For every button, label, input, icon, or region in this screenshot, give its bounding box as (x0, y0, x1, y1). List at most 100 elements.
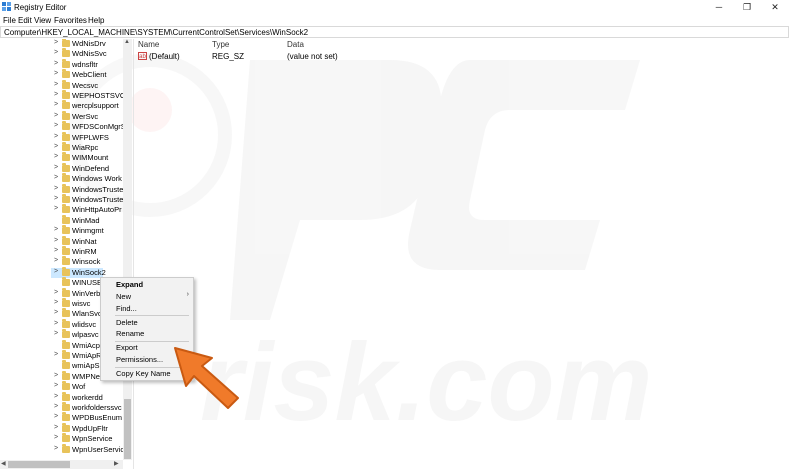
column-header-data[interactable]: Data (287, 40, 304, 49)
tree-item-label: WerSvc (72, 111, 99, 121)
expand-chevron-icon[interactable]: > (54, 91, 60, 98)
key-tree[interactable]: > WdNisDrv > WdNisSvc > wdnsfltr > WebClient > We… (0, 39, 123, 460)
expand-chevron-icon[interactable]: > (54, 174, 60, 181)
tree-item[interactable]: > WinNat (0, 235, 123, 247)
menu-item-find[interactable]: Find... (116, 304, 137, 313)
tree-item[interactable]: > WpnService (0, 433, 123, 444)
tree-item[interactable]: > Wecsvc (0, 79, 123, 91)
expand-chevron-icon[interactable]: > (54, 289, 60, 296)
tree-item-label: wmiApSr (72, 361, 103, 371)
expand-chevron-icon[interactable]: > (54, 39, 60, 46)
expand-chevron-icon[interactable]: > (54, 372, 60, 379)
folder-icon (62, 402, 70, 411)
folder-icon (62, 162, 70, 172)
scroll-left-icon[interactable]: ◀ (1, 460, 6, 467)
tree-item[interactable]: > WinHttpAutoPr (0, 204, 123, 215)
expand-chevron-icon[interactable]: > (54, 424, 60, 431)
expand-chevron-icon[interactable]: > (54, 257, 60, 264)
scroll-thumb[interactable] (124, 399, 131, 459)
tree-item-label: WpdUpFltr (72, 423, 108, 433)
tree-item[interactable]: > WindowsTruste (0, 183, 123, 195)
tree-item[interactable]: > WpnUserServic (0, 443, 123, 455)
tree-item[interactable]: > WFPLWFS (0, 131, 123, 143)
menu-item-export[interactable]: Export (116, 343, 138, 352)
expand-chevron-icon[interactable]: > (54, 268, 60, 275)
tree-item[interactable]: > wercplsupport (0, 100, 123, 111)
expand-chevron-icon[interactable]: > (54, 49, 60, 56)
folder-icon (62, 412, 70, 422)
scroll-up-icon[interactable]: ▲ (124, 39, 130, 45)
expand-chevron-icon[interactable]: > (54, 393, 60, 400)
expand-chevron-icon[interactable]: > (54, 237, 60, 244)
scroll-right-icon[interactable]: ▶ (114, 460, 119, 467)
tree-item[interactable]: > Wof (0, 381, 123, 392)
expand-chevron-icon[interactable]: > (54, 413, 60, 420)
tree-item[interactable]: > workerdd (0, 391, 123, 403)
registry-editor-icon (2, 2, 11, 11)
expand-chevron-icon[interactable]: > (54, 382, 60, 389)
expand-chevron-icon[interactable]: > (54, 403, 60, 410)
menu-item-expand[interactable]: Expand (116, 280, 143, 289)
expand-chevron-icon[interactable]: > (54, 185, 60, 192)
menu-item-delete[interactable]: Delete (116, 318, 138, 327)
tree-item-label: WindowsTruste (72, 195, 123, 204)
horizontal-scroll-thumb[interactable] (8, 461, 70, 468)
tree-item[interactable]: > WdNisSvc (0, 48, 123, 59)
expand-chevron-icon[interactable]: > (54, 143, 60, 150)
tree-item[interactable]: > WebClient (0, 69, 123, 80)
expand-chevron-icon[interactable]: > (54, 153, 60, 160)
menu-help[interactable]: Help (88, 16, 104, 25)
expand-chevron-icon[interactable]: > (54, 445, 60, 452)
tree-item-label: WinHttpAutoPr (72, 205, 122, 215)
menu-item-permissions[interactable]: Permissions... (116, 355, 163, 364)
expand-chevron-icon[interactable]: > (54, 81, 60, 88)
tree-item[interactable]: > Windows Work (0, 173, 123, 184)
menu-view[interactable]: View (34, 16, 51, 25)
expand-chevron-icon[interactable]: > (54, 164, 60, 171)
column-header-type[interactable]: Type (212, 40, 229, 49)
folder-icon (62, 350, 70, 359)
expand-chevron-icon[interactable]: > (54, 299, 60, 306)
tree-item-label: WindowsTruste (72, 184, 123, 194)
minimize-button[interactable]: ─ (705, 0, 733, 14)
folder-icon (62, 339, 70, 349)
tree-item[interactable]: > WIMMount (0, 152, 123, 163)
expand-chevron-icon[interactable]: > (54, 195, 60, 202)
tree-item[interactable]: > Winmgmt (0, 225, 123, 236)
string-value-icon: ab (138, 52, 147, 60)
folder-icon (62, 360, 70, 370)
menu-item-copy-key-name[interactable]: Copy Key Name (116, 369, 171, 378)
expand-chevron-icon[interactable]: > (54, 434, 60, 441)
expand-chevron-icon[interactable]: > (54, 226, 60, 233)
expand-chevron-icon[interactable]: > (54, 133, 60, 140)
expand-chevron-icon[interactable]: > (54, 330, 60, 337)
expand-chevron-icon[interactable]: > (54, 351, 60, 358)
folder-icon (62, 287, 70, 297)
expand-chevron-icon[interactable]: > (54, 60, 60, 67)
tree-item[interactable]: > WFDSConMgrS (0, 121, 123, 132)
expand-chevron-icon[interactable]: > (54, 309, 60, 316)
menu-item-new[interactable]: New (116, 292, 131, 301)
menu-file[interactable]: File (3, 16, 16, 25)
expand-chevron-icon[interactable]: > (54, 320, 60, 327)
maximize-button[interactable]: ❐ (733, 0, 761, 14)
expand-chevron-icon[interactable]: > (54, 70, 60, 77)
tree-item[interactable]: > WPDBusEnum (0, 412, 123, 423)
tree-horizontal-scrollbar[interactable]: ◀ ▶ (0, 460, 123, 469)
close-button[interactable]: ✕ (761, 0, 789, 14)
address-bar[interactable]: Computer\HKEY_LOCAL_MACHINE\SYSTEM\Curre… (0, 26, 789, 38)
expand-chevron-icon[interactable]: > (54, 101, 60, 108)
expand-chevron-icon[interactable]: > (54, 122, 60, 129)
expand-chevron-icon[interactable]: > (54, 247, 60, 254)
expand-chevron-icon[interactable]: > (54, 112, 60, 119)
menu-item-rename[interactable]: Rename (116, 329, 144, 338)
menu-favorites[interactable]: Favorites (54, 16, 87, 25)
tree-item-label: WpnUserServic (72, 444, 123, 454)
tree-vertical-scrollbar[interactable]: ▲ (123, 39, 132, 460)
column-header-name[interactable]: Name (138, 40, 159, 49)
tree-item[interactable]: > Winsock (0, 256, 123, 267)
tree-item-label: WdNisDrv (72, 39, 106, 48)
expand-chevron-icon[interactable]: > (54, 205, 60, 212)
menu-edit[interactable]: Edit (18, 16, 32, 25)
pane-splitter[interactable] (133, 39, 134, 469)
